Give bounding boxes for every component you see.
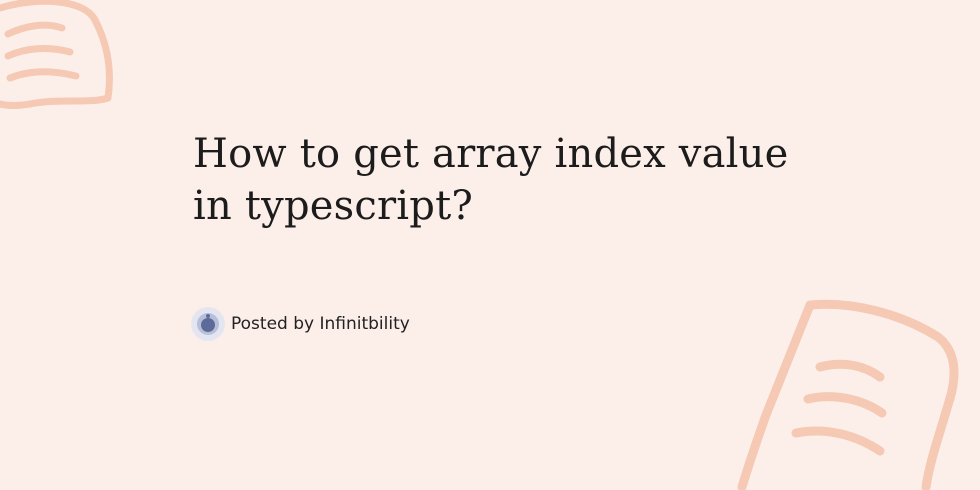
post-title-line-2: in typescript? [193,183,473,229]
post-title: How to get array index value in typescri… [193,128,893,232]
profile-avatar-icon [193,309,223,339]
author-avatar [191,307,225,341]
speech-bubble-doodle-icon [737,299,959,490]
post-title-line-1: How to get array index value [193,131,789,177]
post-card: How to get array index value in typescri… [0,0,980,490]
posted-by-label: Posted by Infinitbility [231,314,410,334]
speech-bubble-doodle-icon [0,0,113,109]
author-byline: Posted by Infinitbility [191,306,410,342]
